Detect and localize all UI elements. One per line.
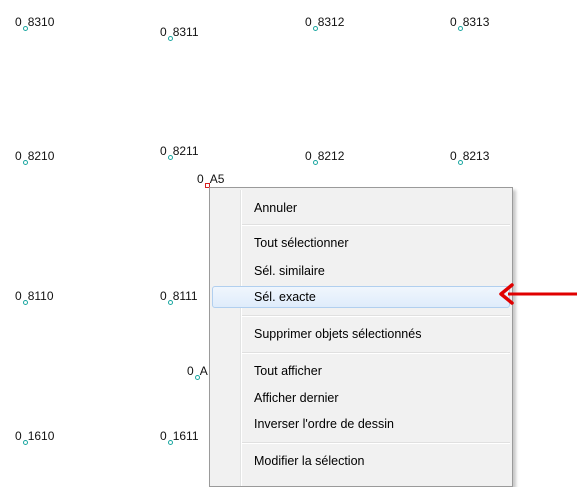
point-label[interactable]: 0 1611 bbox=[160, 430, 199, 445]
menu-item-annuler[interactable]: Annuler bbox=[212, 197, 510, 219]
point-label[interactable]: 0 1610 bbox=[15, 430, 54, 445]
menu-separator bbox=[242, 442, 510, 444]
menu-separator bbox=[242, 352, 510, 354]
point-label[interactable]: 0 8213 bbox=[450, 150, 489, 165]
menu-item-supprimer-objets[interactable]: Supprimer objets sélectionnés bbox=[212, 323, 510, 345]
menu-item-sel-similaire[interactable]: Sél. similaire bbox=[212, 260, 510, 282]
point-label[interactable]: 0 8211 bbox=[160, 145, 199, 160]
menu-separator bbox=[242, 224, 510, 226]
red-arrow-left-icon bbox=[499, 283, 577, 305]
point-label[interactable]: 0 8111 bbox=[160, 290, 198, 305]
menu-item-modifier-selection[interactable]: Modifier la sélection bbox=[212, 450, 510, 472]
point-label[interactable]: 0A bbox=[187, 365, 208, 380]
point-label[interactable]: 0 8310 bbox=[15, 16, 54, 31]
point-label[interactable]: 0 8313 bbox=[450, 16, 489, 31]
menu-item-tout-afficher[interactable]: Tout afficher bbox=[212, 360, 510, 382]
menu-item-sel-exacte[interactable]: Sél. exacte bbox=[212, 286, 510, 308]
point-label-selected[interactable]: 0 A5 bbox=[197, 173, 224, 188]
context-menu: Annuler Tout sélectionner Sél. similaire… bbox=[209, 187, 513, 487]
point-label[interactable]: 0 8312 bbox=[305, 16, 344, 31]
point-label[interactable]: 0 8210 bbox=[15, 150, 54, 165]
menu-item-inverser-ordre[interactable]: Inverser l'ordre de dessin bbox=[212, 413, 510, 435]
menu-separator bbox=[242, 315, 510, 317]
point-label[interactable]: 0 8110 bbox=[15, 290, 54, 305]
point-label[interactable]: 0 8212 bbox=[305, 150, 344, 165]
point-label[interactable]: 0 8311 bbox=[160, 26, 199, 41]
menu-item-afficher-dernier[interactable]: Afficher dernier bbox=[212, 387, 510, 409]
menu-item-tout-selectionner[interactable]: Tout sélectionner bbox=[212, 232, 510, 254]
